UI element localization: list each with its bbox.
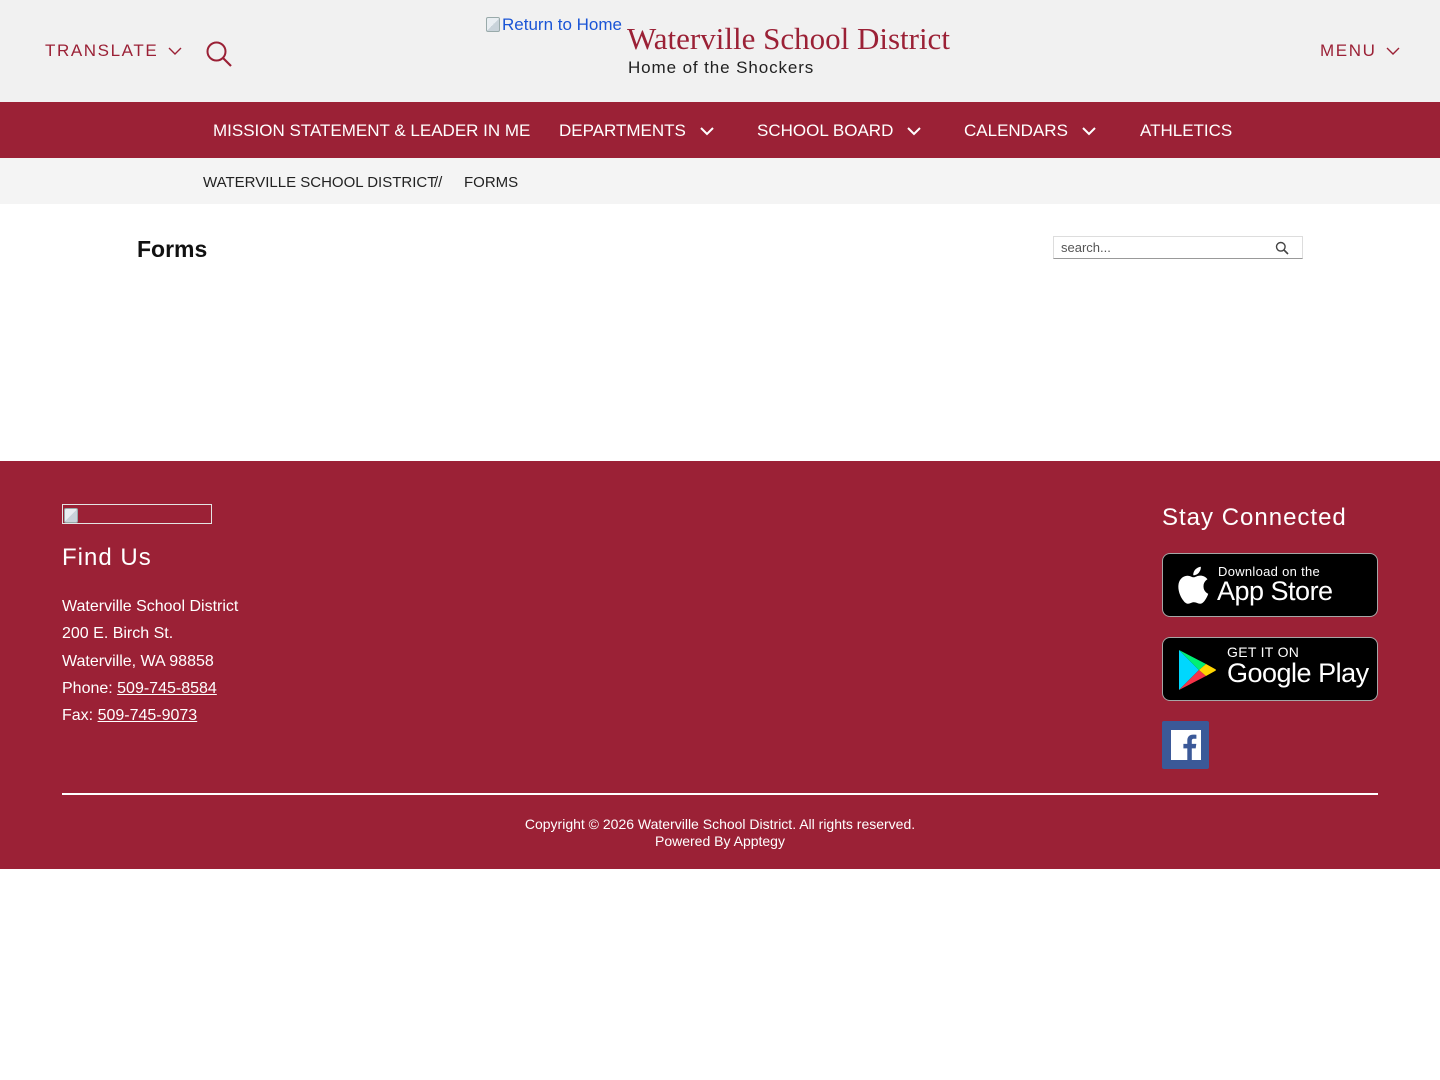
find-us-heading: Find Us — [62, 544, 152, 571]
chevron-down-icon — [700, 126, 714, 135]
phone-label: Phone: — [62, 680, 118, 697]
address-street: 200 E. Birch St. — [62, 625, 174, 642]
site-subtitle: Home of the Shockers — [628, 58, 815, 77]
powered-by-link[interactable]: Powered By Apptegy — [0, 833, 1440, 850]
nav-item-label: MISSION STATEMENT & LEADER IN ME — [213, 121, 531, 140]
search-icon[interactable] — [205, 40, 233, 68]
breadcrumb-current: FORMS — [464, 174, 519, 191]
nav-item-label: ATHLETICS — [1140, 121, 1233, 140]
fax-line: Fax: 509-745-9073 — [62, 707, 197, 725]
nav-item-label: DEPARTMENTS — [559, 121, 686, 140]
broken-image-icon — [486, 17, 500, 32]
address-name: Waterville School District — [62, 598, 239, 615]
chevron-down-icon — [168, 47, 182, 55]
nav-item-departments[interactable]: DEPARTMENTS — [559, 121, 714, 141]
chevron-down-icon — [1386, 47, 1400, 55]
copyright-block: Copyright © 2026 Waterville School Distr… — [0, 816, 1440, 850]
google-play-icon — [1179, 650, 1216, 690]
chevron-down-icon — [1082, 126, 1096, 135]
search-input[interactable] — [1054, 237, 1274, 258]
site-title[interactable]: Waterville School District — [627, 21, 950, 57]
footer-divider — [62, 793, 1378, 795]
fax-link[interactable]: 509-745-9073 — [98, 707, 198, 724]
apple-icon — [1178, 566, 1209, 604]
page-title: Forms — [137, 236, 208, 262]
breadcrumb-separator: // — [434, 174, 443, 191]
facebook-icon — [1170, 730, 1201, 760]
translate-label: TRANSLATE — [45, 41, 159, 60]
facebook-link[interactable] — [1162, 721, 1209, 769]
menu-button[interactable]: MENU — [1320, 41, 1400, 61]
breadcrumb: WATERVILLE SCHOOL DISTRICT // FORMS — [0, 158, 1440, 204]
google-play-big-text: Google Play — [1227, 658, 1369, 688]
app-store-badge[interactable]: Download on the App Store — [1162, 553, 1378, 617]
fax-label: Fax: — [62, 707, 98, 724]
footer-logo — [62, 504, 212, 524]
chevron-down-icon — [907, 126, 922, 135]
nav-item-athletics[interactable]: ATHLETICS — [1140, 121, 1232, 141]
google-play-badge[interactable]: GET IT ON Google Play — [1162, 637, 1378, 701]
nav-item-school-board[interactable]: SCHOOL BOARD — [757, 121, 922, 141]
address-city: Waterville, WA 98858 — [62, 653, 214, 670]
broken-image-icon — [64, 508, 78, 523]
menu-label: MENU — [1320, 41, 1377, 60]
nav-item-mission-statement[interactable]: MISSION STATEMENT & LEADER IN ME — [213, 121, 530, 141]
breadcrumb-home-link[interactable]: WATERVILLE SCHOOL DISTRICT — [203, 174, 436, 191]
stay-connected-heading: Stay Connected — [1162, 504, 1347, 531]
phone-line: Phone: 509-745-8584 — [62, 680, 217, 698]
page-search-box — [1053, 236, 1303, 259]
phone-link[interactable]: 509-745-8584 — [117, 680, 217, 697]
main-nav: MISSION STATEMENT & LEADER IN ME DEPARTM… — [0, 102, 1440, 158]
logo-alt-text: Return to Home — [502, 15, 622, 34]
search-icon[interactable] — [1275, 241, 1289, 255]
app-store-big-text: App Store — [1217, 576, 1333, 606]
site-header: TRANSLATE Return to Home Waterville Scho… — [0, 0, 1440, 102]
nav-item-calendars[interactable]: CALENDARS — [964, 121, 1096, 141]
site-footer: Find Us Waterville School District 200 E… — [0, 461, 1440, 869]
copyright-text: Copyright © 2026 Waterville School Distr… — [524, 816, 916, 832]
return-home-logo-link[interactable]: Return to Home — [486, 15, 622, 35]
translate-button[interactable]: TRANSLATE — [45, 41, 182, 61]
nav-item-label: CALENDARS — [964, 121, 1068, 140]
nav-item-label: SCHOOL BOARD — [757, 121, 894, 140]
